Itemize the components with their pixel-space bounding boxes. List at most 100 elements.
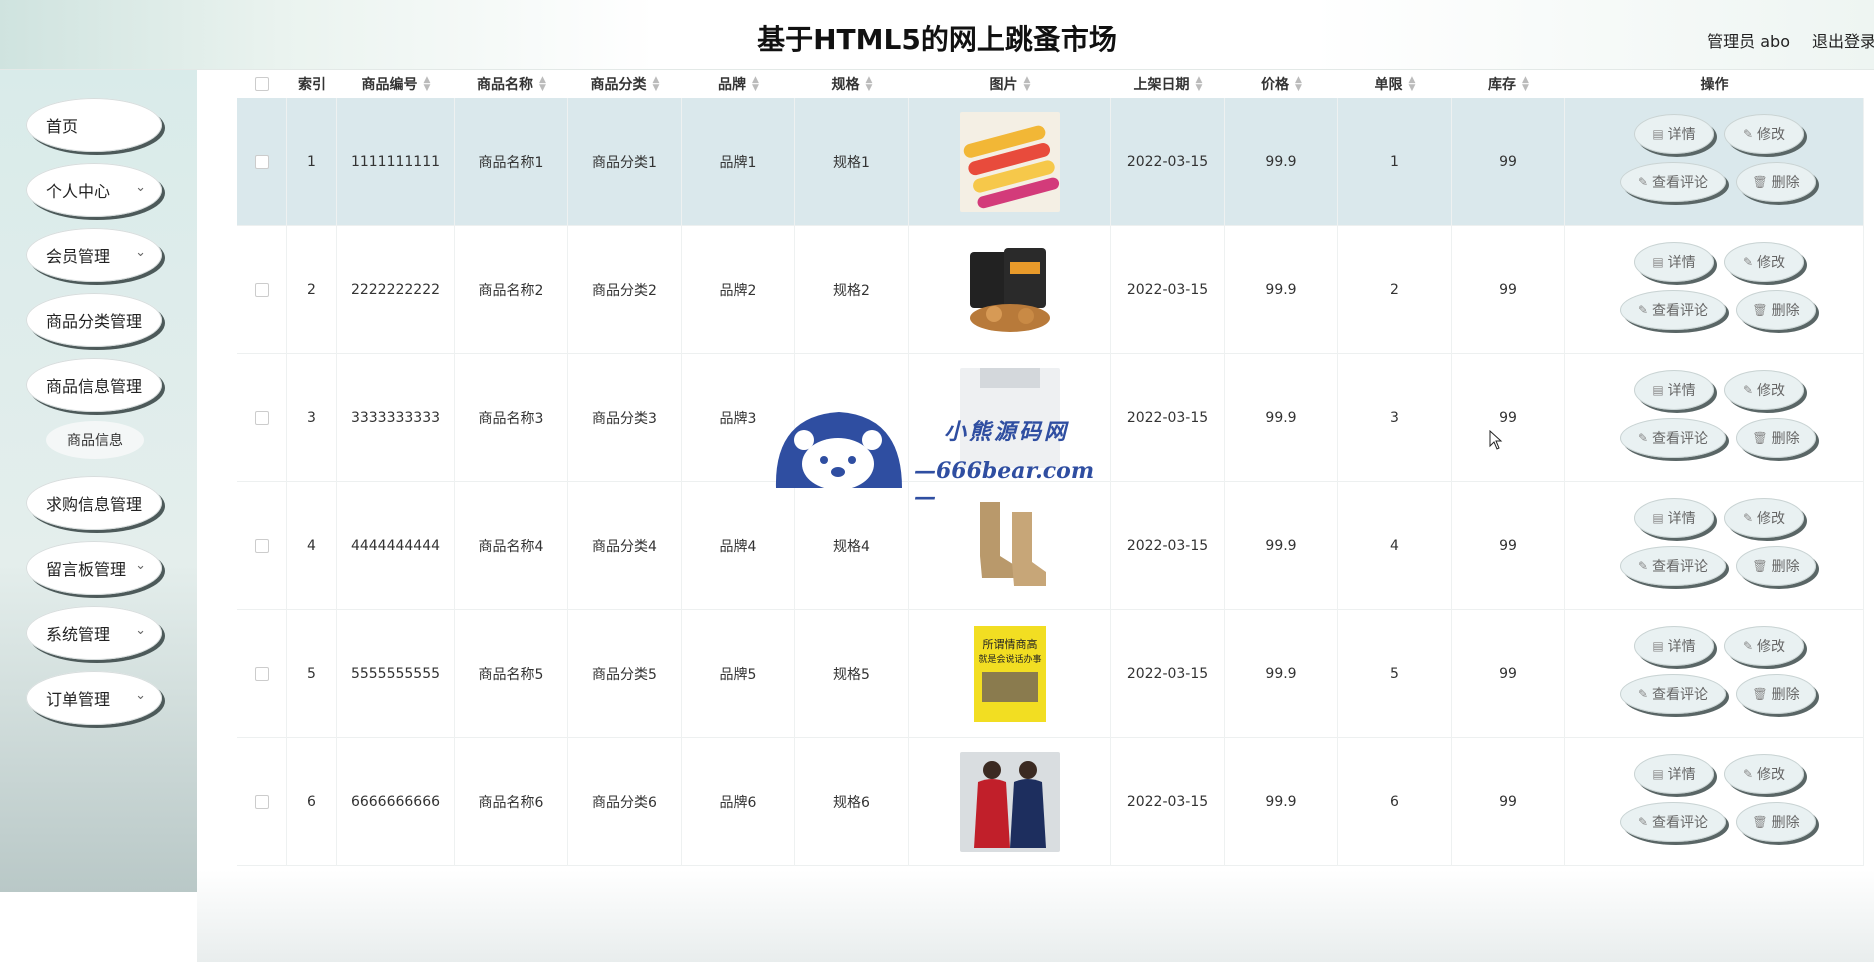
view-comments-button[interactable]: ✎ 查看评论 (1620, 290, 1726, 330)
column-header-date[interactable]: 上架日期 ▲ ▼ (1111, 70, 1225, 98)
product-thumbnail[interactable] (959, 112, 1060, 212)
sort-icon[interactable]: ▲ ▼ (1409, 76, 1416, 93)
sidebar-item-category-management[interactable]: 商品分类管理 (26, 293, 162, 347)
sort-icon[interactable]: ▲ ▼ (653, 76, 660, 93)
select-all-checkbox[interactable] (255, 77, 269, 91)
cell-limit: 6 (1338, 738, 1452, 866)
column-header-code[interactable]: 商品编号 ▲ ▼ (337, 70, 455, 98)
delete-button[interactable]: 🗑 删除 (1736, 162, 1816, 202)
column-header-label: 索引 (298, 77, 326, 93)
cell-value: 4444444444 (350, 538, 441, 554)
edit-button[interactable]: ✎ 修改 (1724, 242, 1804, 282)
column-header-name[interactable]: 商品名称 ▲ ▼ (455, 70, 568, 98)
column-header-spec[interactable]: 规格 ▲ ▼ (795, 70, 909, 98)
product-thumbnail[interactable]: 所谓情商高 就是会说话办事 (959, 624, 1060, 724)
sidebar-item-order-management[interactable]: 订单管理 ⌄ (26, 671, 162, 725)
view-comments-button[interactable]: ✎ 查看评论 (1620, 546, 1726, 586)
table-row[interactable]: 5 5555555555 商品名称5 商品分类5 品牌5 规格5 所谓情商高 就是会说话办事 2… (237, 610, 1864, 738)
logout-link[interactable]: 退出登录 (1812, 28, 1874, 52)
trash-icon: 🗑 (1752, 303, 1768, 317)
view-comments-button[interactable]: ✎ 查看评论 (1620, 802, 1726, 842)
sidebar-item-member-management[interactable]: 会员管理 ⌄ (26, 228, 162, 282)
button-label: 修改 (1757, 639, 1786, 655)
detail-button[interactable]: ▤ 详情 (1634, 242, 1714, 282)
sort-icon[interactable]: ▲ ▼ (424, 76, 431, 93)
column-header-label: 操作 (1700, 77, 1729, 93)
delete-button[interactable]: 🗑 删除 (1736, 418, 1816, 458)
document-icon: ▤ (1652, 255, 1664, 269)
sidebar-item-message-board[interactable]: 留言板管理 ⌄ (26, 541, 162, 595)
row-checkbox[interactable] (254, 283, 269, 297)
edit-button[interactable]: ✎ 修改 (1724, 498, 1804, 538)
sort-icon[interactable]: ▲ ▼ (752, 76, 759, 93)
edit-button[interactable]: ✎ 修改 (1724, 370, 1804, 410)
row-checkbox[interactable] (254, 155, 269, 169)
cell-date: 2022-03-15 (1111, 98, 1225, 226)
product-thumbnail[interactable] (959, 752, 1060, 852)
detail-button[interactable]: ▤ 详情 (1634, 754, 1714, 794)
detail-button[interactable]: ▤ 详情 (1634, 498, 1714, 538)
sidebar-item-personal-center[interactable]: 个人中心 ⌄ (26, 163, 162, 217)
sort-icon[interactable]: ▲ ▼ (1295, 76, 1302, 93)
edit-button[interactable]: ✎ 修改 (1724, 114, 1804, 154)
column-header-price[interactable]: 价格 ▲ ▼ (1225, 70, 1338, 98)
product-thumbnail[interactable] (959, 496, 1060, 596)
delete-button[interactable]: 🗑 删除 (1736, 802, 1816, 842)
select-all-checkbox-cell (237, 70, 287, 98)
button-label: 删除 (1771, 431, 1800, 447)
view-comments-button[interactable]: ✎ 查看评论 (1620, 418, 1726, 458)
top-header: 基于HTML5的网上跳蚤市场 管理员 abo 退出登录 (0, 0, 1874, 70)
sidebar: 首页 个人中心 ⌄ 会员管理 ⌄ 商品分类管理 商品信息管理 商品信息 求购信息管理… (0, 70, 197, 892)
column-header-category[interactable]: 商品分类 ▲ ▼ (568, 70, 682, 98)
sort-icon[interactable]: ▲ ▼ (866, 76, 873, 93)
sidebar-subitem-product-info[interactable]: 商品信息 (46, 421, 144, 459)
cell-limit: 5 (1338, 610, 1452, 738)
pencil-icon: ✎ (1742, 383, 1754, 397)
sidebar-item-home[interactable]: 首页 (26, 98, 162, 152)
row-checkbox[interactable] (254, 795, 269, 809)
button-label: 删除 (1771, 559, 1800, 575)
column-header-brand[interactable]: 品牌 ▲ ▼ (682, 70, 795, 98)
sidebar-item-label: 会员管理 (46, 247, 111, 266)
table-row[interactable]: 2 2222222222 商品名称2 商品分类2 品牌2 规格2 2022-03-15 99.… (237, 226, 1864, 354)
pencil-icon: ✎ (1742, 127, 1754, 141)
product-image-cell (909, 738, 1111, 866)
detail-button[interactable]: ▤ 详情 (1634, 114, 1714, 154)
table-row[interactable]: 6 6666666666 商品名称6 商品分类6 品牌6 规格6 2022-03-15 99.… (237, 738, 1864, 866)
cell-price: 99.9 (1225, 610, 1338, 738)
view-comments-button[interactable]: ✎ 查看评论 (1620, 162, 1726, 202)
delete-button[interactable]: 🗑 删除 (1736, 674, 1816, 714)
row-checkbox[interactable] (254, 539, 269, 553)
detail-button[interactable]: ▤ 详情 (1634, 370, 1714, 410)
pencil-icon: ✎ (1742, 767, 1754, 781)
column-header-limit[interactable]: 单限 ▲ ▼ (1338, 70, 1452, 98)
view-comments-button[interactable]: ✎ 查看评论 (1620, 674, 1726, 714)
sort-icon[interactable]: ▲ ▼ (1196, 76, 1203, 93)
sort-icon[interactable]: ▲ ▼ (539, 76, 546, 93)
cell-stock: 99 (1452, 482, 1565, 610)
sidebar-item-purchase-requests[interactable]: 求购信息管理 (26, 476, 162, 530)
column-header-stock[interactable]: 库存 ▲ ▼ (1452, 70, 1565, 98)
delete-button[interactable]: 🗑 删除 (1736, 546, 1816, 586)
row-actions-cell: ▤ 详情 ✎ 修改 ✎ 查看评论 🗑 删除 (1565, 610, 1864, 738)
cell-value: 6 (1390, 794, 1399, 810)
sidebar-item-product-management[interactable]: 商品信息管理 (26, 358, 162, 412)
sort-icon[interactable]: ▲ ▼ (1522, 76, 1529, 93)
edit-button[interactable]: ✎ 修改 (1724, 626, 1804, 666)
product-thumbnail[interactable] (959, 240, 1060, 340)
row-checkbox[interactable] (254, 411, 269, 425)
delete-button[interactable]: 🗑 删除 (1736, 290, 1816, 330)
page-title: 基于HTML5的网上跳蚤市场 (757, 23, 1117, 56)
table-row[interactable]: 1 1111111111 商品名称1 商品分类1 品牌1 规格1 2022-03-15 99.… (237, 98, 1864, 226)
cell-value: 3 (307, 410, 316, 426)
cell-value: 商品名称5 (478, 667, 544, 683)
sort-icon[interactable]: ▲ ▼ (1024, 76, 1031, 93)
column-header-label: 商品名称 (477, 77, 534, 93)
detail-button[interactable]: ▤ 详情 (1634, 626, 1714, 666)
edit-button[interactable]: ✎ 修改 (1724, 754, 1804, 794)
button-label: 删除 (1771, 815, 1800, 831)
column-header-image[interactable]: 图片 ▲ ▼ (909, 70, 1111, 98)
row-checkbox[interactable] (254, 667, 269, 681)
sidebar-item-system-management[interactable]: 系统管理 ⌄ (26, 606, 162, 660)
cell-stock: 99 (1452, 738, 1565, 866)
